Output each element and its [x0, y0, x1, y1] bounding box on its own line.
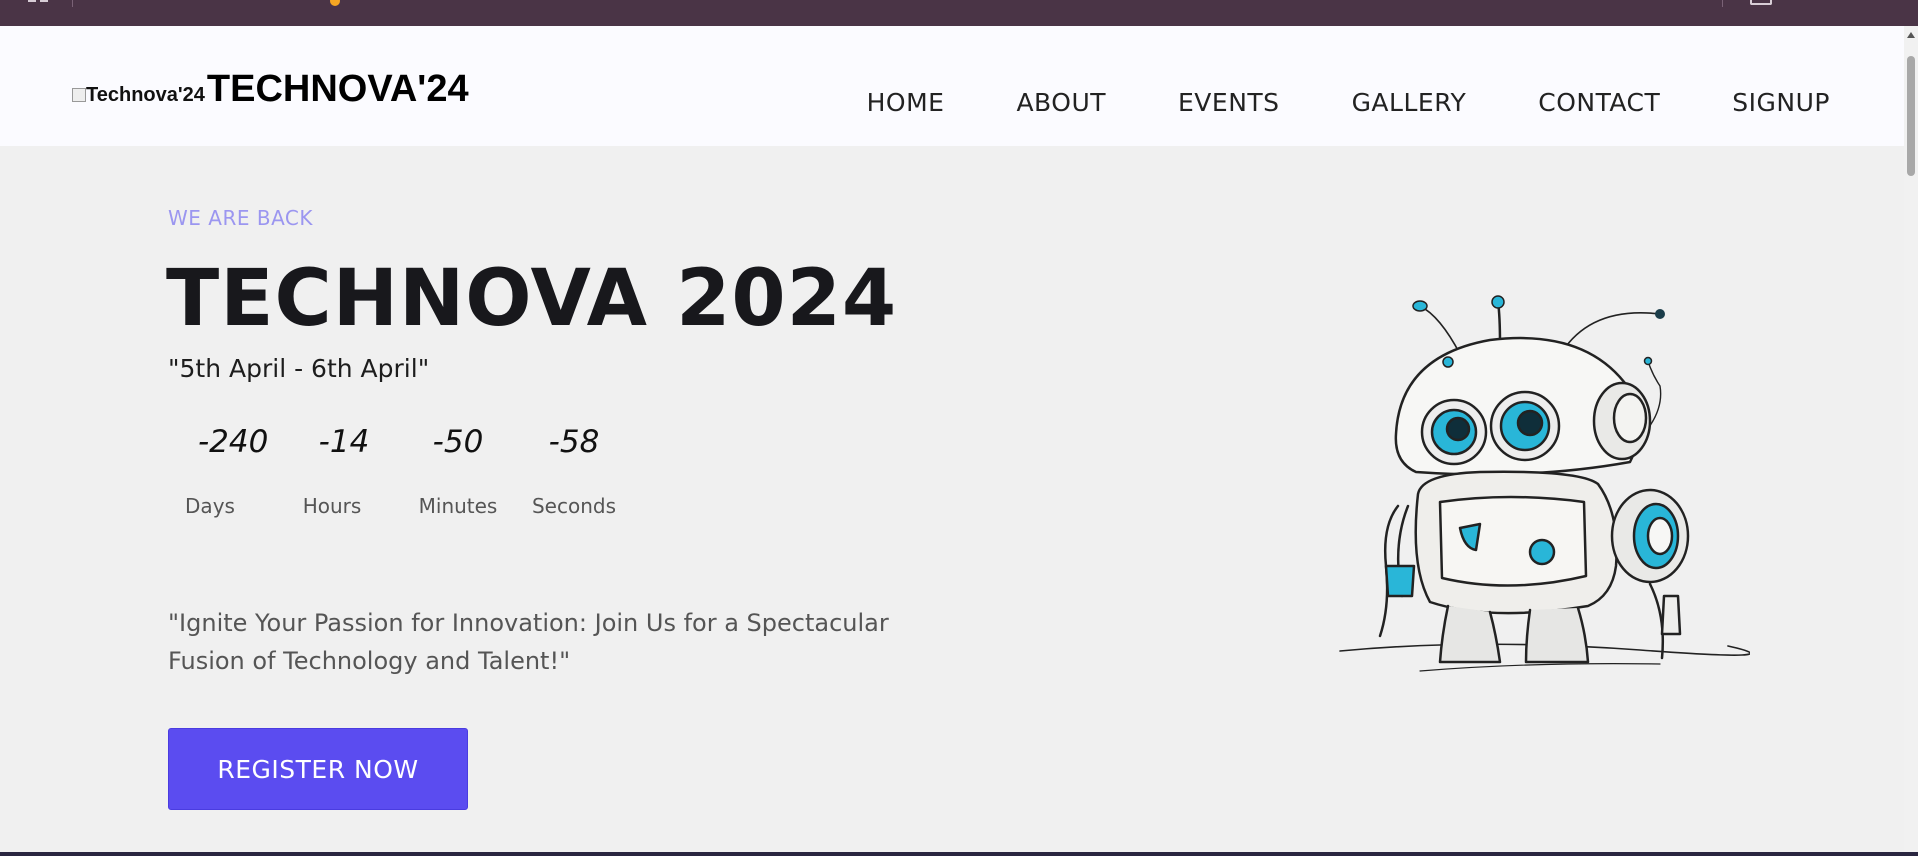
nav-signup[interactable]: SIGNUP: [1732, 88, 1830, 117]
toolbar-divider: [1722, 0, 1723, 7]
countdown-hours-value: -14: [318, 424, 370, 460]
bookmark-favicon-icon[interactable]: [330, 0, 340, 6]
broken-image-icon: [72, 88, 86, 102]
hero-title: TECHNOVA 2024: [166, 254, 898, 344]
hero-tagline: "Ignite Your Passion for Innovation: Joi…: [168, 609, 889, 675]
scrollbar-thumb[interactable]: [1907, 56, 1915, 176]
browser-top-strip: [0, 0, 1918, 26]
nav-gallery[interactable]: GALLERY: [1352, 88, 1467, 117]
robot-illustration: [1339, 295, 1750, 672]
nav-events[interactable]: EVENTS: [1178, 88, 1280, 117]
brand[interactable]: Technova'24 TECHNOVA'24: [72, 68, 469, 111]
nav-about[interactable]: ABOUT: [1016, 88, 1106, 117]
brand-name[interactable]: TECHNOVA'24: [207, 68, 469, 111]
nav-contact[interactable]: CONTACT: [1538, 88, 1660, 117]
toolbar-divider: [72, 0, 73, 7]
countdown-minutes-label: Minutes: [418, 494, 498, 518]
bottom-edge: [0, 852, 1918, 856]
logo-image-broken: Technova'24: [72, 84, 205, 107]
countdown-days: -240 Days: [168, 424, 269, 518]
register-now-button[interactable]: REGISTER NOW: [168, 728, 468, 810]
countdown-hours-label: Hours: [302, 494, 362, 518]
event-dates: "5th April - 6th April": [168, 354, 430, 383]
hero-section: WE ARE BACK TECHNOVA 2024 "5th April - 6…: [0, 146, 1904, 852]
window-icon[interactable]: [1750, 0, 1772, 5]
countdown-seconds: -58 Seconds: [530, 424, 618, 518]
countdown-days-value: -240: [198, 424, 269, 460]
nav-home[interactable]: HOME: [867, 88, 945, 117]
logo-alt-text: Technova'24: [86, 84, 205, 106]
countdown-seconds-value: -58: [548, 424, 600, 460]
scroll-up-arrow-icon[interactable]: [1907, 32, 1915, 38]
vertical-scrollbar[interactable]: [1904, 26, 1918, 852]
apps-grid-icon[interactable]: [28, 0, 50, 6]
countdown-minutes-value: -50: [432, 424, 484, 460]
countdown-seconds-label: Seconds: [531, 494, 617, 518]
site-header: Technova'24 TECHNOVA'24 HOME ABOUT EVENT…: [0, 26, 1904, 146]
countdown-minutes: -50 Minutes: [414, 424, 502, 518]
main-nav: HOME ABOUT EVENTS GALLERY CONTACT SIGNUP: [867, 88, 1830, 117]
countdown-hours: -14 Hours: [303, 424, 380, 518]
hero-eyebrow: WE ARE BACK: [168, 206, 313, 230]
countdown-days-label: Days: [185, 494, 235, 518]
